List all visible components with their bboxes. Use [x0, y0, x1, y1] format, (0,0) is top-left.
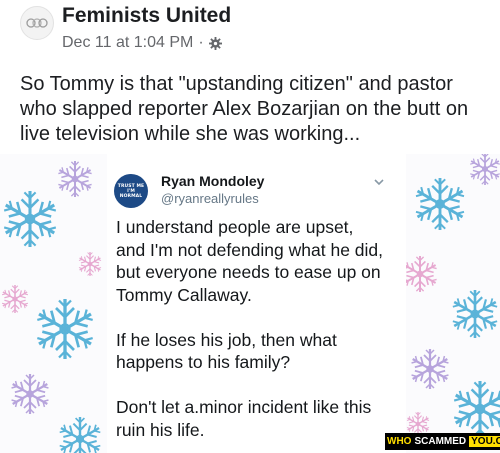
tweet-card[interactable]: TRUST ME I'M NORMAL Ryan Mondoley @ryanr… — [107, 154, 406, 453]
tweet-paragraph: Don't let a.minor incident like this rui… — [116, 396, 401, 441]
tweet-line: happens to his family? — [116, 352, 291, 372]
tweet-line: If he loses his job, then what — [116, 329, 337, 350]
watermark-part: SCAMMED — [414, 436, 467, 447]
page-avatar[interactable] — [20, 6, 54, 40]
tweet-line: I understand people are upset, — [116, 217, 354, 237]
post-timestamp[interactable]: Dec 11 at 1:04 PM — [62, 34, 193, 52]
gear-icon[interactable] — [208, 36, 222, 50]
logo-icon — [26, 18, 48, 28]
tweet-body: I understand people are upset, and I'm n… — [116, 216, 401, 453]
watermark-part: WHO — [387, 436, 412, 447]
watermark-part: YOU.COM — [469, 436, 500, 447]
tweet-avatar[interactable]: TRUST ME I'M NORMAL — [114, 174, 148, 208]
tweet-author-name[interactable]: Ryan Mondoley — [161, 173, 264, 189]
tweet-line: and I'm not defending what he did, — [116, 239, 384, 260]
tweet-line: ruin his life. — [116, 419, 205, 440]
chevron-down-icon[interactable] — [373, 176, 385, 188]
tweet-line: Tommy Callaway. — [116, 284, 252, 305]
post-meta: Dec 11 at 1:04 PM · — [62, 34, 222, 52]
post-text-line: So Tommy is that "upstanding citizen" an… — [20, 73, 453, 95]
tweet-paragraph: I understand people are upset, and I'm n… — [116, 216, 401, 306]
tweet-paragraph: If he loses his job, then what happens t… — [116, 329, 401, 374]
avatar-text: NORMAL — [119, 193, 143, 199]
tweet-line: but everyone needs to ease up on — [116, 262, 381, 282]
post-text-line: who slapped reporter Alex Bozarjian on t… — [20, 98, 469, 120]
tweet-author-handle[interactable]: @ryanreallyrules — [161, 191, 259, 206]
post-text-line: live television while she was working... — [20, 123, 361, 145]
page-name-link[interactable]: Feminists United — [62, 4, 231, 28]
post-text: So Tommy is that "upstanding citizen" an… — [20, 72, 490, 147]
meta-separator: · — [198, 34, 204, 51]
tweet-line: Don't let a.minor incident like this — [116, 397, 372, 417]
watermark: WHO SCAMMED YOU.COM — [385, 433, 500, 450]
shared-image[interactable]: TRUST ME I'M NORMAL Ryan Mondoley @ryanr… — [0, 154, 500, 453]
post-header: Feminists United Dec 11 at 1:04 PM · — [0, 0, 500, 62]
